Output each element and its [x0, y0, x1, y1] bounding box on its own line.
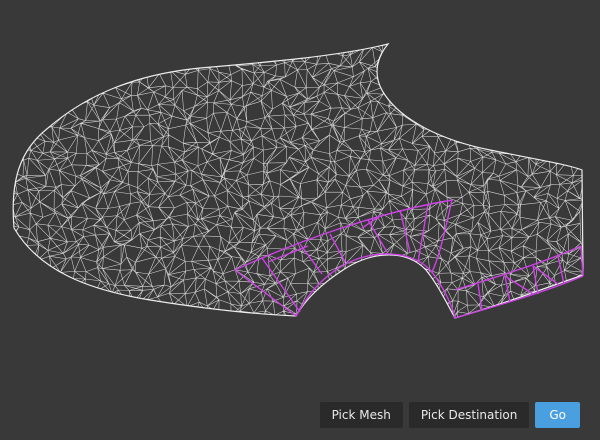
toolbar: Pick Mesh Pick Destination Go	[319, 402, 580, 428]
pick-mesh-button[interactable]: Pick Mesh	[319, 402, 403, 428]
selection-division-8	[477, 283, 483, 311]
selection-division-3	[367, 219, 388, 253]
pick-destination-button[interactable]: Pick Destination	[408, 402, 530, 428]
3d-viewport[interactable]	[0, 0, 600, 440]
selection-division-10	[532, 265, 539, 295]
mesh-canvas[interactable]	[0, 0, 600, 440]
selection-division-13	[532, 265, 559, 285]
wireframe-mesh	[12, 43, 584, 319]
selection-edge-arch	[295, 253, 456, 319]
go-button[interactable]: Go	[535, 402, 580, 428]
mesh-edges	[13, 44, 584, 318]
selection-division-5	[417, 203, 429, 263]
